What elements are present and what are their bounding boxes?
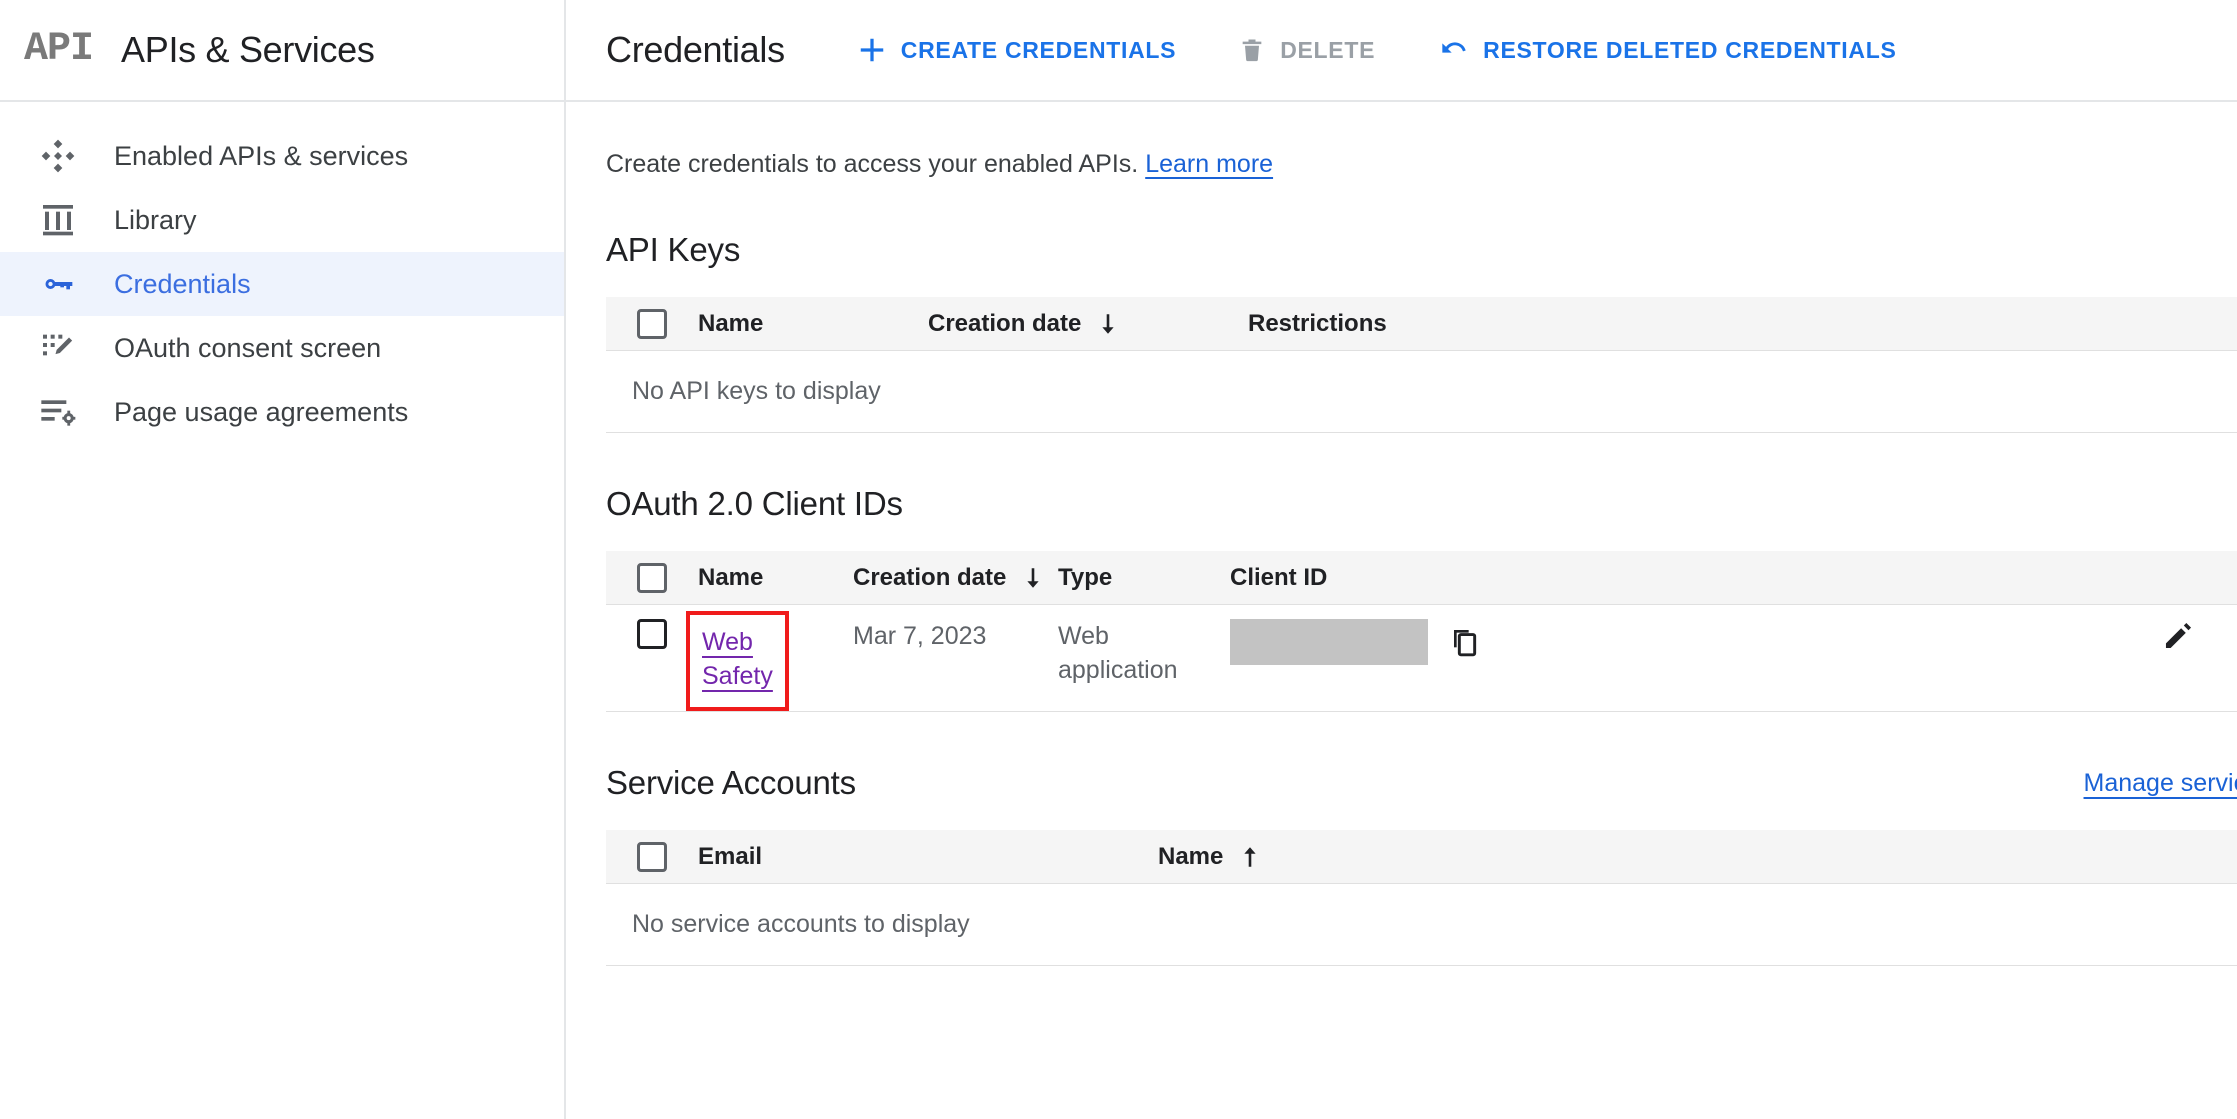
sidebar: API APIs & Services Enabled APIs & servi… (0, 0, 566, 1119)
brand-title: APIs & Services (121, 29, 375, 70)
sidebar-item-page-usage-agreements[interactable]: Page usage agreements (0, 380, 564, 444)
select-all-checkbox[interactable] (637, 841, 667, 872)
service-accounts-table-header: Email Name Actions (606, 830, 2237, 884)
undo-arrow-icon (1437, 34, 1469, 66)
cell-creation-date: Mar 7, 2023 (853, 619, 1058, 653)
sort-descending-arrow-icon (1095, 311, 1121, 337)
cell-client-id (1230, 619, 2145, 665)
trash-icon (1238, 36, 1266, 64)
restore-deleted-credentials-button[interactable]: RESTORE DELETED CREDENTIALS (1437, 34, 1896, 66)
api-keys-title: API Keys (606, 231, 741, 268)
column-header-name-label: Name (1158, 842, 1224, 870)
sidebar-item-label: Library (114, 204, 197, 235)
column-header-name[interactable]: Name (698, 564, 853, 592)
service-accounts-table: Email Name Actions No service accounts t… (606, 830, 2237, 966)
sidebar-item-label: Page usage agreements (114, 396, 409, 427)
sidebar-item-library[interactable]: Library (0, 188, 564, 252)
sort-descending-arrow-icon (1020, 565, 1046, 591)
cell-actions (2145, 619, 2237, 653)
sidebar-nav: Enabled APIs & services Library Credenti… (0, 102, 564, 444)
delete-button[interactable]: DELETE (1238, 36, 1375, 64)
column-header-client-id[interactable]: Client ID (1230, 564, 2145, 592)
row-checkbox[interactable] (637, 619, 667, 649)
column-header-name[interactable]: Name (698, 310, 928, 338)
select-all-checkbox-cell (606, 562, 698, 593)
column-header-email[interactable]: Email (698, 843, 1158, 871)
sidebar-item-label: Credentials (114, 268, 251, 299)
type-line-1: Web (1058, 622, 1109, 650)
column-header-creation-date[interactable]: Creation date (928, 310, 1248, 338)
client-id-group (1230, 619, 1482, 665)
sidebar-item-credentials[interactable]: Credentials (0, 252, 564, 316)
api-keys-table: Name Creation date Restrictions Actions (606, 297, 2237, 433)
row-action-icons (2161, 619, 2237, 653)
page-title: Credentials (606, 29, 785, 70)
column-header-creation-date[interactable]: Creation date (853, 564, 1058, 592)
intro-text: Create credentials to access your enable… (606, 150, 1139, 178)
library-icon (38, 200, 84, 240)
dashboard-diamond-icon (38, 136, 84, 176)
column-header-restrictions[interactable]: Restrictions (1248, 310, 2147, 338)
manage-service-accounts-link[interactable]: Manage service accounts (2084, 769, 2237, 798)
table-row: Web Safety Mar 7, 2023 Web application (606, 605, 2237, 712)
main-content: Credentials CREATE CREDENTIALS DELETE RE… (566, 0, 2237, 1119)
client-id-redacted-value (1230, 619, 1428, 665)
oauth-client-name-link[interactable]: Web (702, 625, 753, 659)
select-all-checkbox[interactable] (637, 562, 667, 593)
plus-icon (857, 35, 887, 65)
sidebar-item-oauth-consent-screen[interactable]: OAuth consent screen (0, 316, 564, 380)
name-highlight-box: Web Safety (686, 611, 789, 711)
type-line-2: application (1058, 656, 1178, 684)
column-header-actions: Actions (2147, 310, 2237, 338)
cell-name: Web Safety (686, 611, 853, 711)
oauth-clients-table-header: Name Creation date Type Client ID Action… (606, 551, 2237, 605)
cell-type: Web application (1058, 619, 1230, 687)
delete-label: DELETE (1280, 36, 1376, 63)
learn-more-link[interactable]: Learn more (1145, 150, 1273, 178)
service-accounts-title: Service Accounts (606, 764, 856, 801)
column-header-actions: Actions (2145, 564, 2237, 592)
name-line-1: Web (702, 628, 753, 656)
select-all-checkbox-cell (606, 841, 698, 872)
sidebar-item-enabled-apis[interactable]: Enabled APIs & services (0, 124, 564, 188)
intro-blurb: Create credentials to access your enable… (606, 102, 2237, 179)
content-area: Create credentials to access your enable… (566, 102, 2237, 966)
edit-pencil-icon[interactable] (2161, 619, 2195, 653)
name-line-2: Safety (702, 662, 773, 690)
key-icon (38, 264, 84, 304)
sidebar-item-label: OAuth consent screen (114, 332, 382, 363)
credentials-page: API APIs & Services Enabled APIs & servi… (0, 0, 2237, 1119)
column-header-type[interactable]: Type (1058, 564, 1230, 592)
toolbar: Credentials CREATE CREDENTIALS DELETE RE… (566, 0, 2237, 102)
agreements-icon (38, 392, 84, 432)
api-keys-empty-message: No API keys to display (606, 351, 2237, 433)
select-all-checkbox-cell (606, 308, 698, 339)
consent-screen-icon (38, 328, 84, 368)
column-header-name[interactable]: Name (1158, 843, 2147, 871)
api-keys-table-header: Name Creation date Restrictions Actions (606, 297, 2237, 351)
service-accounts-header: Service Accounts Manage service accounts (606, 764, 2237, 802)
oauth-client-name-link-line2[interactable]: Safety (702, 659, 773, 693)
oauth-clients-table: Name Creation date Type Client ID Action… (606, 551, 2237, 712)
column-header-creation-date-label: Creation date (928, 309, 1082, 337)
oauth-clients-title: OAuth 2.0 Client IDs (606, 485, 903, 522)
select-all-checkbox[interactable] (637, 308, 667, 339)
api-logo-icon: API (24, 27, 94, 72)
row-checkbox-cell (606, 619, 698, 649)
sidebar-item-label: Enabled APIs & services (114, 140, 409, 171)
restore-label: RESTORE DELETED CREDENTIALS (1483, 36, 1897, 63)
create-credentials-button[interactable]: CREATE CREDENTIALS (857, 35, 1176, 65)
service-accounts-empty-message: No service accounts to display (606, 884, 2237, 966)
column-header-creation-date-label: Creation date (853, 563, 1007, 591)
create-credentials-label: CREATE CREDENTIALS (900, 36, 1177, 63)
brand-header: API APIs & Services (0, 0, 564, 102)
copy-icon[interactable] (1450, 626, 1482, 658)
type-value: Web application (1058, 619, 1178, 687)
column-header-actions: Actions (2147, 843, 2237, 871)
sort-ascending-arrow-icon (1237, 844, 1263, 870)
creation-date-value: Mar 7, 2023 (853, 622, 987, 650)
